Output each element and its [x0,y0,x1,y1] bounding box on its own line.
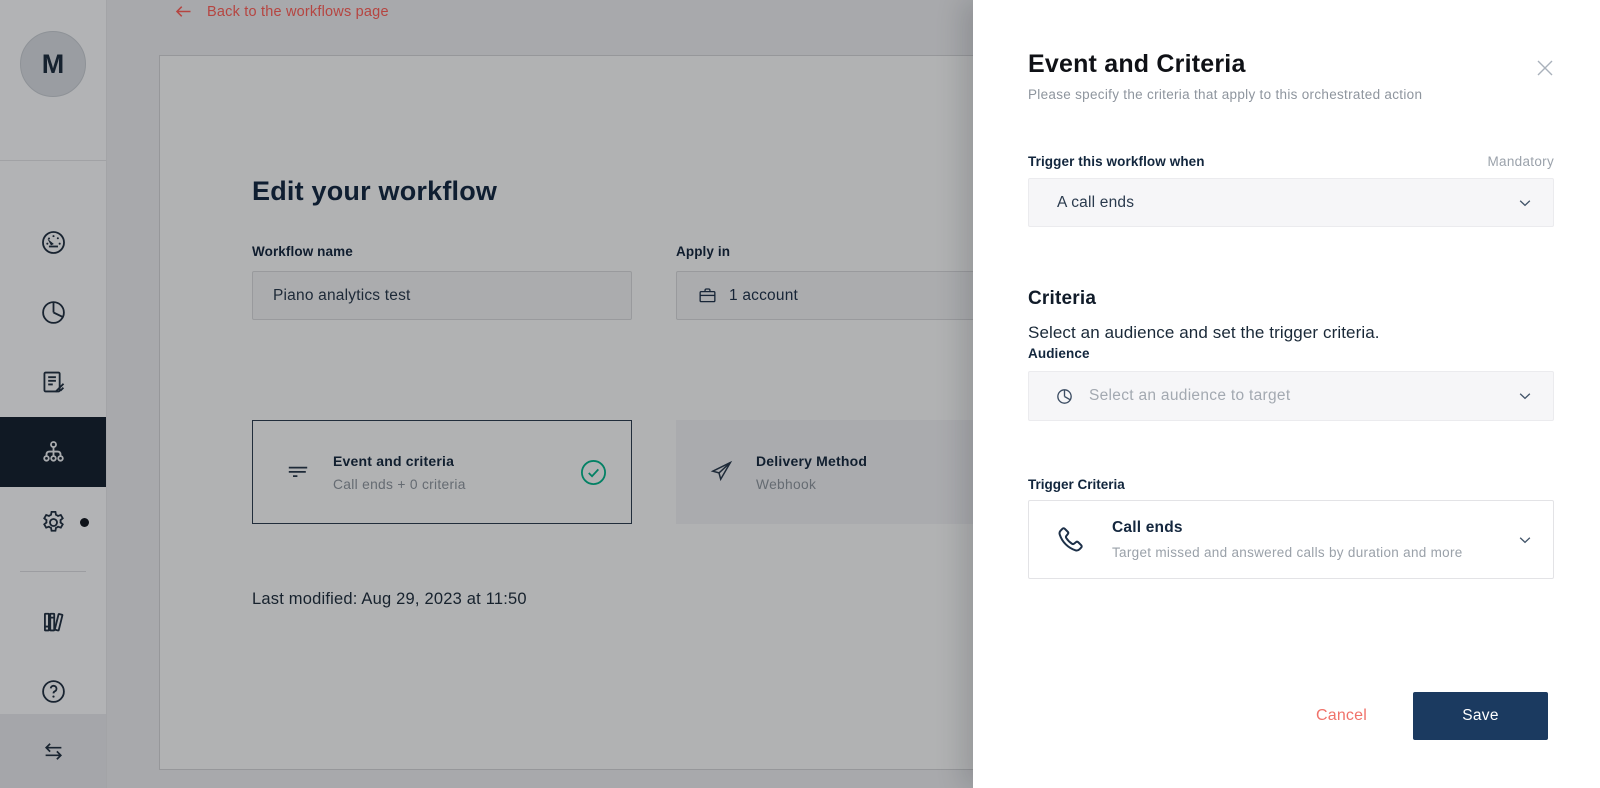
chevron-down-icon [1515,530,1535,550]
trigger-criteria-label: Trigger Criteria [1028,477,1554,492]
phone-icon [1054,524,1086,556]
workflow-editor-app: M [0,0,1600,788]
chevron-down-icon [1515,386,1535,406]
trigger-event-value: A call ends [1057,194,1134,212]
save-button[interactable]: Save [1413,692,1548,740]
trigger-event-select[interactable]: A call ends [1028,178,1554,227]
trigger-criteria-text: Call ends Target missed and answered cal… [1112,519,1463,560]
cancel-button[interactable]: Cancel [1316,707,1367,725]
chevron-down-icon [1515,193,1535,213]
audience-label: Audience [1028,346,1554,361]
panel-title: Event and Criteria [1028,50,1554,79]
event-criteria-panel: Event and Criteria Please specify the cr… [973,0,1600,788]
panel-subtitle: Please specify the criteria that apply t… [1028,87,1554,102]
mandatory-badge: Mandatory [1488,154,1554,169]
criteria-description: Select an audience and set the trigger c… [1028,323,1554,343]
panel-footer: Cancel Save [1028,692,1548,740]
main-area: M [0,0,973,788]
dim-overlay [0,0,973,788]
audience-select[interactable]: Select an audience to target [1028,371,1554,421]
trigger-criteria-card[interactable]: Call ends Target missed and answered cal… [1028,500,1554,579]
close-icon[interactable] [1533,56,1557,80]
trigger-criteria-description: Target missed and answered calls by dura… [1112,545,1463,560]
trigger-when-label: Trigger this workflow when [1028,154,1205,169]
trigger-section: Trigger this workflow when Mandatory A c… [1028,154,1554,227]
criteria-heading: Criteria [1028,288,1554,310]
trigger-criteria-title: Call ends [1112,519,1463,537]
audience-pie-icon [1055,387,1074,406]
audience-placeholder: Select an audience to target [1089,387,1290,405]
